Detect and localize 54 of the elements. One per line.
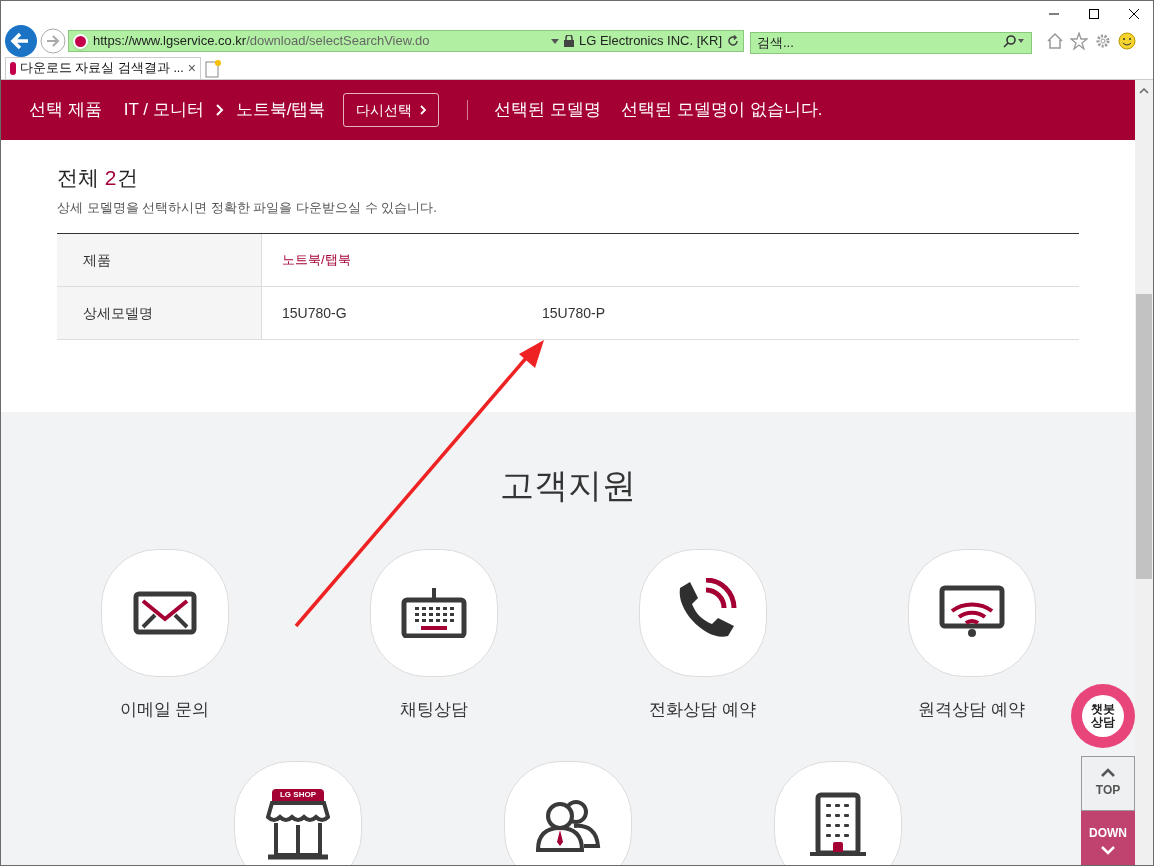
support-label[interactable]: 이메일 문의 xyxy=(119,697,210,723)
url-host: https://www.lgservice.co.kr xyxy=(93,32,247,51)
tab-favicon-icon xyxy=(10,62,16,75)
shop-sign: LG SHOP xyxy=(272,788,324,801)
home-icon[interactable] xyxy=(1046,32,1064,50)
lock-icon xyxy=(563,35,574,47)
site-logo-icon xyxy=(73,33,88,49)
product-link[interactable]: 노트북/탭북 xyxy=(282,250,351,270)
tab-close-button[interactable]: × xyxy=(187,58,196,79)
model-link[interactable]: 15U780-G xyxy=(282,302,542,324)
refresh-icon[interactable] xyxy=(727,35,739,47)
banner-category: IT / 모니터 xyxy=(123,99,204,122)
support-tile[interactable]: LG SHOP xyxy=(234,760,362,865)
scrollbar[interactable] xyxy=(1135,80,1153,865)
banner-product: 노트북/탭북 xyxy=(235,99,326,122)
up-chevron-icon xyxy=(1101,768,1115,777)
search-icon[interactable] xyxy=(1002,34,1026,48)
settings-icon[interactable] xyxy=(1094,32,1112,50)
address-bar[interactable]: https://www.lgservice.co.kr/download/selectSearchView.do LG Electronics INC. [KR] xyxy=(68,30,744,52)
model-label: 선택된 모델명 xyxy=(494,99,602,122)
envelope-icon xyxy=(132,591,197,635)
scroll-up-icon[interactable] xyxy=(1139,88,1149,94)
down-button[interactable]: DOWN xyxy=(1081,811,1135,865)
chevron-icon xyxy=(215,104,224,116)
model-value: 선택된 모델명이 없습니다. xyxy=(621,99,823,122)
support-label[interactable]: 채팅상담 xyxy=(399,697,468,723)
row-header: 제품 xyxy=(57,234,262,286)
results-title: 전체 2건 xyxy=(57,165,139,191)
banner-label: 선택 제품 xyxy=(29,99,102,122)
row-header: 상세모델명 xyxy=(57,287,262,339)
browser-tab[interactable]: 다운로드 자료실 검색결과 ... × xyxy=(5,57,201,79)
star-icon[interactable] xyxy=(1070,32,1088,50)
model-link[interactable]: 15U780-P xyxy=(542,302,802,324)
reselect-button[interactable]: 다시선택 xyxy=(343,93,440,127)
support-tile[interactable] xyxy=(774,760,902,865)
search-field[interactable]: 검색... xyxy=(750,31,1032,54)
support-label[interactable]: 원격상담 예약 xyxy=(918,697,1025,723)
url-path: /download/selectSearchView.do xyxy=(246,32,431,51)
support-title: 고객지원 xyxy=(500,465,636,506)
smiley-icon[interactable] xyxy=(1118,32,1136,50)
chevron-icon xyxy=(420,105,427,115)
scrollbar-thumb[interactable] xyxy=(1136,294,1152,579)
chatbot-label: 챗봇 xyxy=(1091,703,1115,716)
results-hint: 상세 모델명을 선택하시면 정확한 파일을 다운받으실 수 있습니다. xyxy=(57,198,438,217)
back-icon[interactable] xyxy=(4,24,38,58)
chatbot-label: 상담 xyxy=(1091,716,1115,729)
dropdown-caret-icon[interactable] xyxy=(550,38,559,44)
support-tile[interactable] xyxy=(504,760,632,865)
support-label[interactable]: 전화상담 예약 xyxy=(649,697,756,723)
keyboard-icon xyxy=(400,588,467,638)
certificate-label[interactable]: LG Electronics INC. [KR] xyxy=(578,31,722,51)
tab-title: 다운로드 자료실 검색결과 ... xyxy=(19,60,184,78)
down-chevron-icon xyxy=(1101,845,1115,855)
top-button[interactable]: TOP xyxy=(1081,756,1135,811)
